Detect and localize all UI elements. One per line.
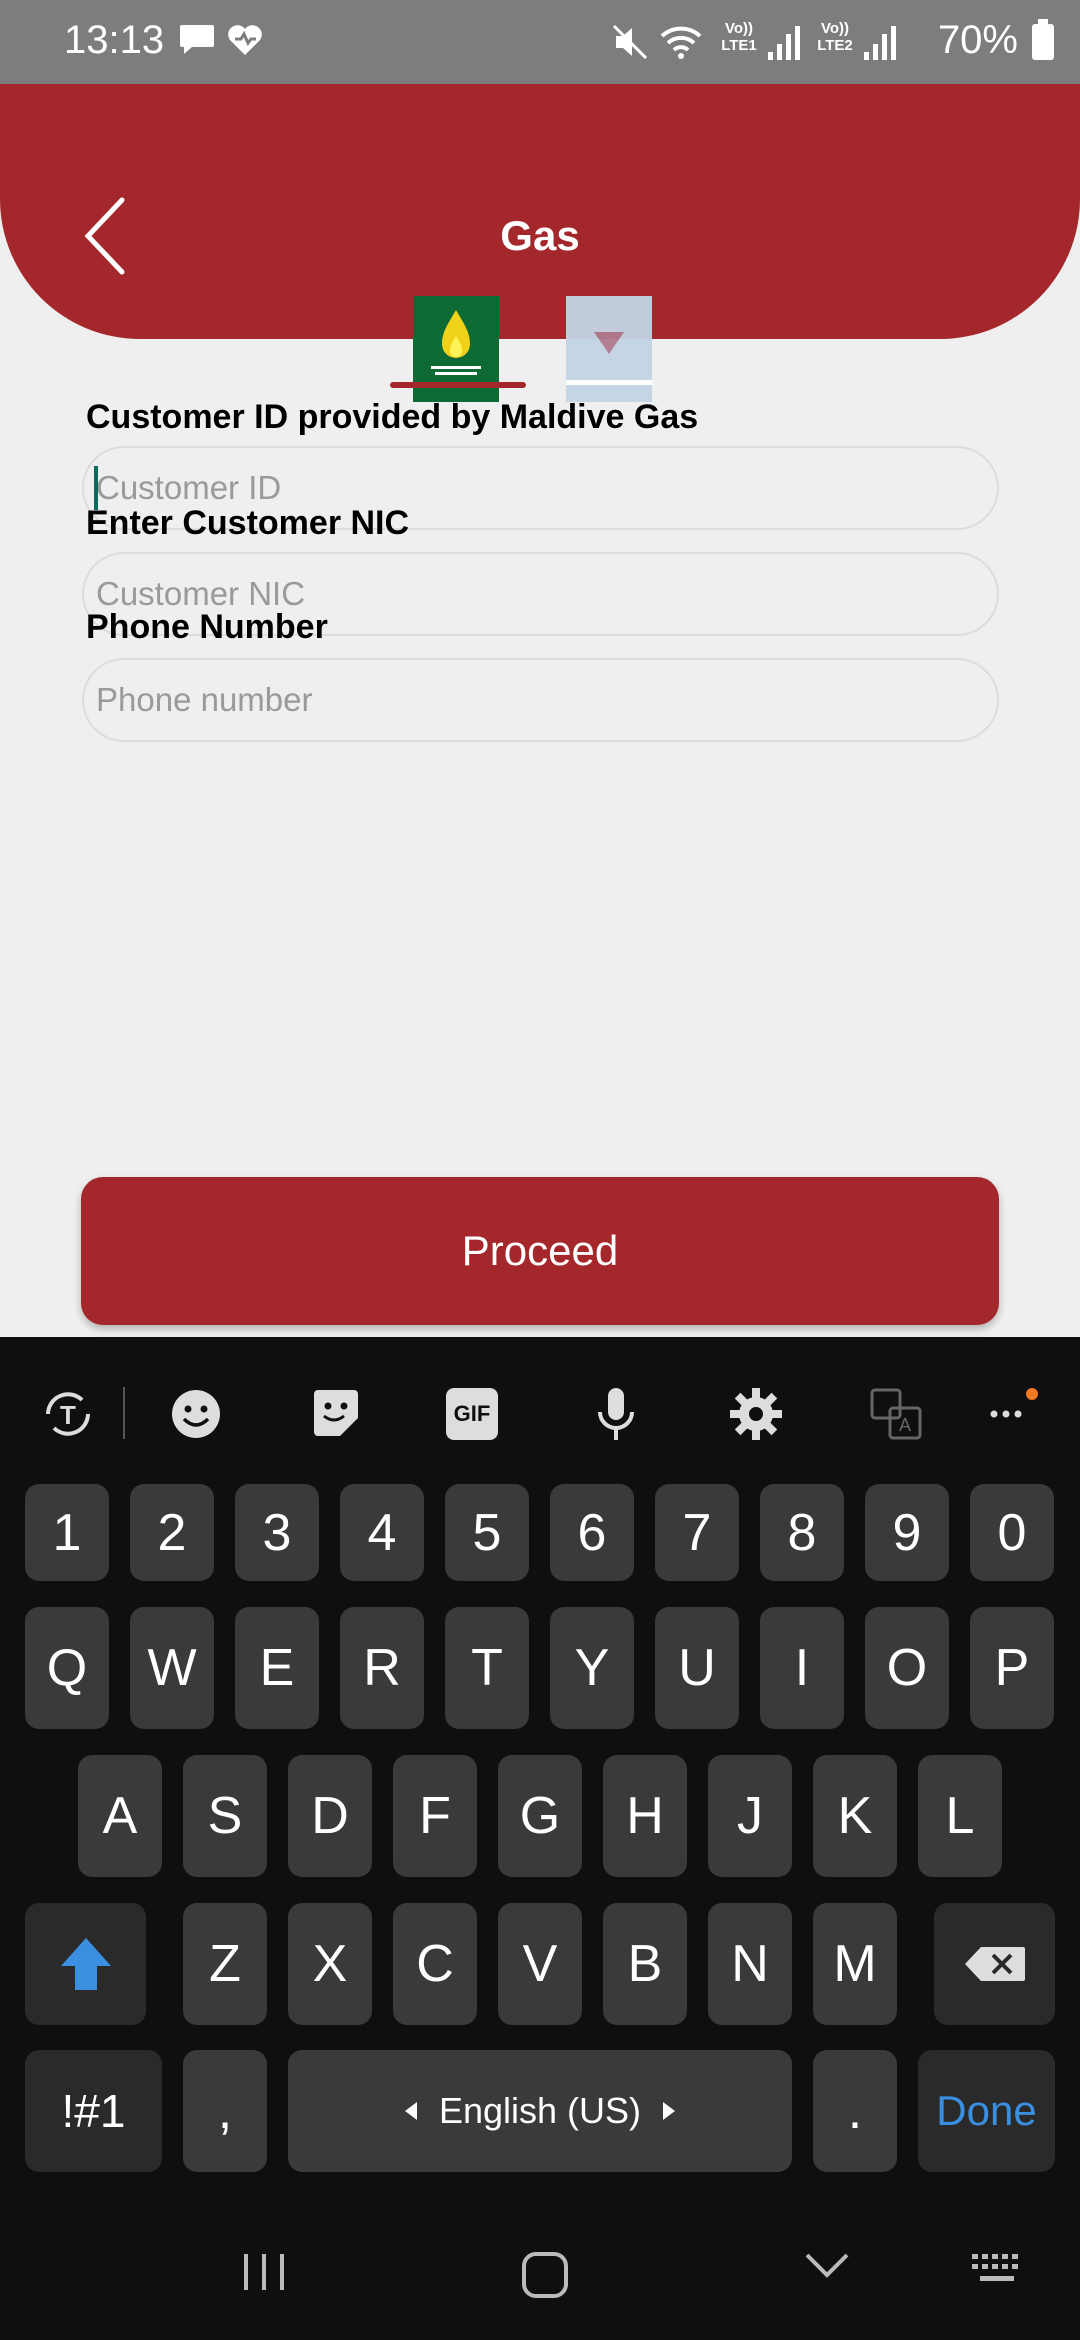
phone-number-input[interactable] <box>82 658 999 742</box>
battery-percent: 70% <box>937 18 1018 62</box>
provider-logo-other[interactable] <box>566 296 652 402</box>
letter-key-c[interactable]: C <box>393 1903 477 2025</box>
letter-key-s[interactable]: S <box>183 1755 267 1877</box>
letter-key-p[interactable]: P <box>970 1607 1054 1729</box>
letter-key-h[interactable]: H <box>603 1755 687 1877</box>
number-key-1[interactable]: 1 <box>25 1484 109 1581</box>
number-key-3[interactable]: 3 <box>235 1484 319 1581</box>
letter-key-b[interactable]: B <box>603 1903 687 2025</box>
letter-key-y[interactable]: Y <box>550 1607 634 1729</box>
number-key-8[interactable]: 8 <box>760 1484 844 1581</box>
shift-key[interactable] <box>25 1903 146 2025</box>
letter-key-w[interactable]: W <box>130 1607 214 1729</box>
status-bar: 13:13 Vo)) LTE1 Vo)) LTE2 70% <box>0 0 1080 84</box>
customer-nic-label: Enter Customer NIC <box>86 504 410 542</box>
number-key-5[interactable]: 5 <box>445 1484 529 1581</box>
shift-arrow-icon <box>60 1938 111 1990</box>
period-key[interactable]: . <box>813 2050 897 2172</box>
text-suggest-icon[interactable]: T <box>38 1384 98 1444</box>
hide-keyboard-icon[interactable] <box>804 2250 850 2280</box>
number-key-7[interactable]: 7 <box>655 1484 739 1581</box>
letter-key-e[interactable]: E <box>235 1607 319 1729</box>
sim1-label: Vo)) LTE1 <box>721 20 757 54</box>
sim1-signal: Vo)) LTE1 <box>714 20 804 64</box>
letter-key-x[interactable]: X <box>288 1903 372 2025</box>
svg-text:A: A <box>899 1415 911 1435</box>
phone-number-label: Phone Number <box>86 608 328 646</box>
proceed-button[interactable]: Proceed <box>81 1177 999 1325</box>
number-key-0[interactable]: 0 <box>970 1484 1054 1581</box>
page-title: Gas <box>500 212 580 259</box>
triangle-logo-icon <box>566 332 652 385</box>
backspace-key[interactable] <box>934 1903 1055 2025</box>
keyboard-switch-icon[interactable] <box>970 2250 1026 2290</box>
letter-key-u[interactable]: U <box>655 1607 739 1729</box>
wifi-icon <box>660 26 702 59</box>
health-notification-icon <box>228 25 262 55</box>
microphone-icon[interactable] <box>586 1384 646 1444</box>
letter-key-l[interactable]: L <box>918 1755 1002 1877</box>
translate-icon[interactable]: A <box>866 1384 926 1444</box>
letter-key-d[interactable]: D <box>288 1755 372 1877</box>
gif-label: GIF <box>453 1401 491 1426</box>
gif-icon[interactable]: GIF <box>446 1388 498 1440</box>
battery-icon <box>1032 19 1054 60</box>
letter-key-o[interactable]: O <box>865 1607 949 1729</box>
symbols-key[interactable]: !#1 <box>25 2050 162 2172</box>
svg-text:T: T <box>60 1400 76 1430</box>
sim2-label: Vo)) LTE2 <box>817 20 853 54</box>
customer-id-label: Customer ID provided by Maldive Gas <box>86 398 699 436</box>
letter-key-a[interactable]: A <box>78 1755 162 1877</box>
letter-key-f[interactable]: F <box>393 1755 477 1877</box>
language-next-icon <box>663 2102 676 2120</box>
number-key-9[interactable]: 9 <box>865 1484 949 1581</box>
letter-key-t[interactable]: T <box>445 1607 529 1729</box>
on-screen-keyboard: T GIF A 1 2 3 4 5 6 7 8 9 0 Q W E R T Y … <box>0 1337 1080 2340</box>
settings-icon[interactable] <box>726 1384 786 1444</box>
message-notification-icon <box>180 25 214 54</box>
app-header: Gas <box>0 84 1080 339</box>
emoji-icon[interactable] <box>166 1384 226 1444</box>
letter-key-i[interactable]: I <box>760 1607 844 1729</box>
status-indicators: Vo)) LTE1 Vo)) LTE2 70% <box>610 0 1080 84</box>
number-key-4[interactable]: 4 <box>340 1484 424 1581</box>
home-icon[interactable] <box>520 2250 570 2300</box>
selected-provider-indicator <box>390 382 526 388</box>
sim2-signal: Vo)) LTE2 <box>810 20 900 64</box>
letter-key-m[interactable]: M <box>813 1903 897 2025</box>
space-key-content: English (US) <box>404 2090 676 2132</box>
more-icon[interactable] <box>980 1384 1040 1444</box>
letter-key-r[interactable]: R <box>340 1607 424 1729</box>
sticker-icon[interactable] <box>306 1384 366 1444</box>
signal-icon <box>768 26 800 60</box>
letter-key-q[interactable]: Q <box>25 1607 109 1729</box>
comma-key[interactable]: , <box>183 2050 267 2172</box>
space-key[interactable]: English (US) <box>288 2050 792 2172</box>
mute-icon <box>612 24 648 60</box>
status-time: 13:13 <box>64 18 165 62</box>
keyboard-toolbar: T GIF A <box>0 1337 1080 1487</box>
recent-apps-icon[interactable] <box>240 2250 288 2294</box>
letter-key-j[interactable]: J <box>708 1755 792 1877</box>
letter-key-v[interactable]: V <box>498 1903 582 2025</box>
toolbar-divider <box>123 1387 125 1439</box>
language-prev-icon <box>404 2102 417 2120</box>
number-key-6[interactable]: 6 <box>550 1484 634 1581</box>
language-label: English (US) <box>438 2090 642 2131</box>
letter-key-z[interactable]: Z <box>183 1903 267 2025</box>
letter-key-n[interactable]: N <box>708 1903 792 2025</box>
letter-key-k[interactable]: K <box>813 1755 897 1877</box>
signal-icon <box>864 26 896 60</box>
number-key-2[interactable]: 2 <box>130 1484 214 1581</box>
backspace-icon <box>964 1947 1025 1981</box>
letter-key-g[interactable]: G <box>498 1755 582 1877</box>
done-key[interactable]: Done <box>918 2050 1055 2172</box>
